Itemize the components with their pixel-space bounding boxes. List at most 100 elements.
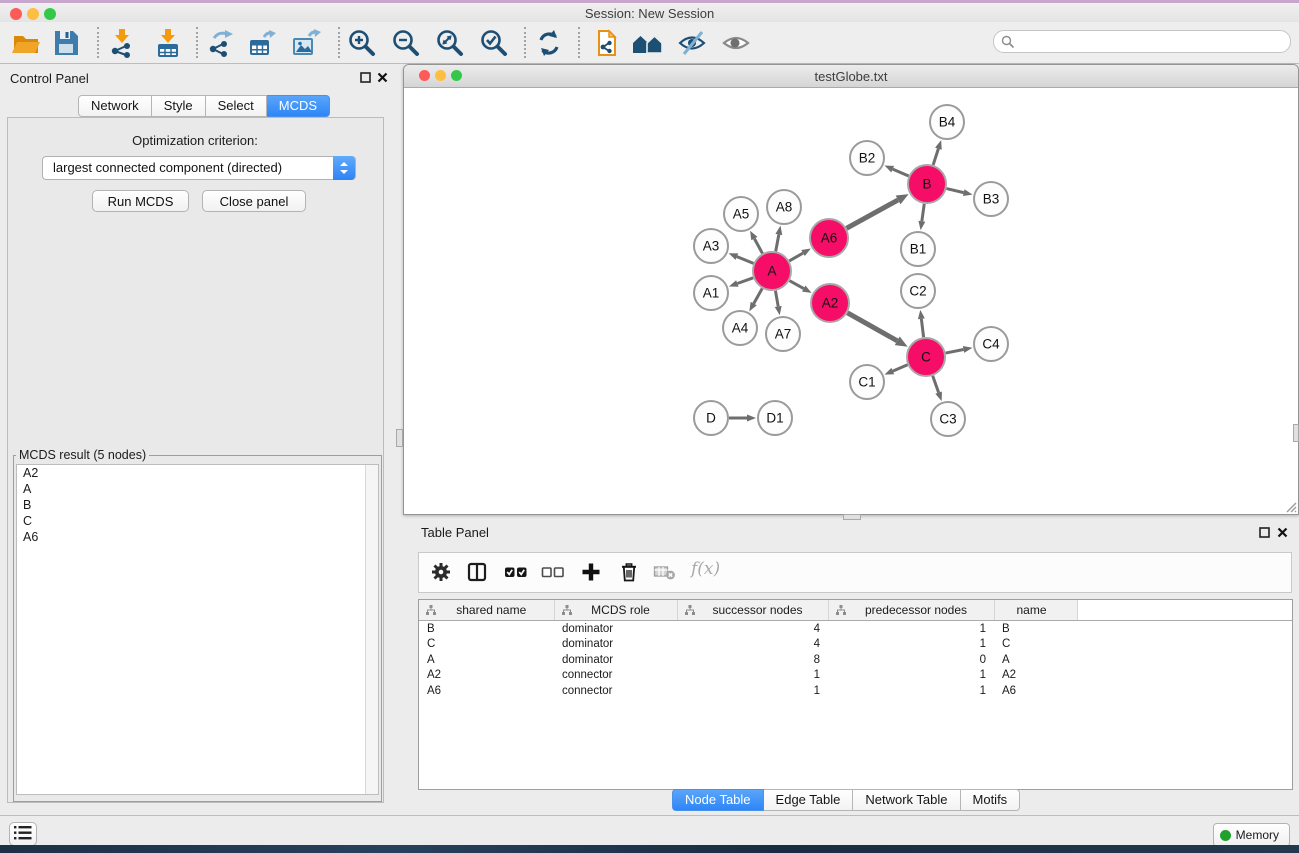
deselect-all-columns-button[interactable] [539,560,567,586]
run-mcds-button[interactable]: Run MCDS [92,190,189,212]
graph-edge[interactable] [946,189,972,196]
right-splitter-handle[interactable] [1293,424,1299,442]
show-columns-button[interactable] [463,560,491,586]
result-item[interactable]: C [17,513,378,529]
mcds-result-list[interactable]: A2ABCA6 [16,464,379,795]
result-item[interactable]: A6 [17,529,378,545]
table-cell[interactable]: 1 [828,683,994,699]
tab-style[interactable]: Style [152,95,206,117]
table-cell[interactable]: A6 [994,683,1077,699]
column-header-predecessor-nodes[interactable]: predecessor nodes [828,600,994,621]
graph-edge[interactable] [933,376,942,401]
table-cell[interactable]: A2 [419,668,554,684]
table-row[interactable]: Cdominator41C [419,637,1292,653]
graph-edge[interactable] [884,365,907,375]
graph-edge[interactable] [933,140,942,165]
table-cell[interactable]: B [994,621,1077,637]
search-field[interactable] [993,30,1291,53]
tab-network[interactable]: Network [78,95,152,117]
graph-edge[interactable] [729,415,756,422]
table-cell[interactable]: 8 [677,652,828,668]
add-column-button[interactable] [577,560,605,586]
function-builder-button[interactable]: f(x) [691,559,720,579]
tab-select[interactable]: Select [206,95,267,117]
table-cell[interactable]: 1 [828,637,994,653]
control-panel-float-button[interactable] [360,71,371,86]
table-cell[interactable]: C [994,637,1077,653]
table-cell[interactable]: dominator [554,652,677,668]
table-cell[interactable]: A [994,652,1077,668]
delete-table-button[interactable] [651,560,679,586]
column-header-shared-name[interactable]: shared name [419,600,554,621]
graph-edge[interactable] [946,346,973,353]
table-cell[interactable]: connector [554,683,677,699]
export-table-button[interactable] [244,27,280,59]
import-network-button[interactable] [104,27,140,59]
table-row[interactable]: Bdominator41B [419,621,1292,637]
graph-edge[interactable] [750,231,762,254]
result-item[interactable]: B [17,497,378,513]
memory-button[interactable]: Memory [1213,823,1290,847]
graph-edge[interactable] [918,310,925,337]
left-splitter-handle[interactable] [396,429,403,447]
task-history-button[interactable] [9,822,37,846]
table-cell[interactable]: A6 [419,683,554,699]
graph-edge[interactable] [729,278,753,287]
result-item[interactable]: A2 [17,465,378,481]
graph-edge[interactable] [749,288,762,311]
tab-mcds[interactable]: MCDS [267,95,330,117]
bottom-splitter-handle[interactable] [843,514,861,520]
graph-edge[interactable] [847,194,909,228]
graph-edge[interactable] [790,281,812,293]
zoom-out-button[interactable] [388,27,424,59]
table-cell[interactable]: 4 [677,621,828,637]
column-header-successor-nodes[interactable]: successor nodes [677,600,828,621]
table-cell[interactable]: 4 [677,637,828,653]
column-header-mcds-role[interactable]: MCDS role [554,600,677,621]
table-row[interactable]: A2connector11A2 [419,668,1292,684]
delete-column-button[interactable] [615,560,643,586]
import-table-button[interactable] [150,27,186,59]
table-panel-float-button[interactable] [1259,526,1270,541]
export-image-button[interactable] [288,27,324,59]
close-panel-button[interactable]: Close panel [202,190,306,212]
table-panel-close-button[interactable] [1277,526,1288,541]
open-file-button[interactable] [8,27,44,59]
graph-edge[interactable] [884,166,908,176]
table-cell[interactable]: 1 [828,668,994,684]
table-cell[interactable]: dominator [554,637,677,653]
table-cell[interactable]: 1 [677,683,828,699]
graph-edge[interactable] [775,291,782,316]
save-session-button[interactable] [48,27,84,59]
graph-edge[interactable] [789,249,811,261]
graph-edge[interactable] [918,204,925,230]
search-input[interactable] [1020,32,1284,51]
hide-panel-button[interactable] [674,27,710,59]
table-cell[interactable]: dominator [554,621,677,637]
reset-view-button[interactable] [630,27,666,59]
zoom-in-button[interactable] [344,27,380,59]
table-settings-button[interactable] [427,560,455,586]
table-row[interactable]: A6connector11A6 [419,683,1292,699]
clone-network-button[interactable] [588,27,624,59]
zoom-selected-button[interactable] [476,27,512,59]
tab-network-table[interactable]: Network Table [853,789,960,811]
show-panel-button[interactable] [718,27,754,59]
network-canvas[interactable]: B4B2BB3A8A5A6A3B1AA1C2A2A4A7C4CC1C3DD1 [404,88,1298,514]
node-table[interactable]: shared name MCDS role successor nodes pr… [418,599,1293,790]
table-cell[interactable]: A [419,652,554,668]
tab-edge-table[interactable]: Edge Table [764,789,854,811]
result-scrollbar[interactable] [365,465,378,794]
table-cell[interactable]: 1 [828,621,994,637]
table-row[interactable]: Adominator80A [419,652,1292,668]
table-cell[interactable]: 0 [828,652,994,668]
select-all-columns-button[interactable] [502,560,530,586]
table-cell[interactable]: 1 [677,668,828,684]
zoom-fit-button[interactable] [432,27,468,59]
graph-edge[interactable] [775,226,782,252]
table-cell[interactable]: B [419,621,554,637]
result-item[interactable]: A [17,481,378,497]
control-panel-close-button[interactable] [377,71,388,86]
table-cell[interactable]: C [419,637,554,653]
tab-motifs[interactable]: Motifs [961,789,1021,811]
